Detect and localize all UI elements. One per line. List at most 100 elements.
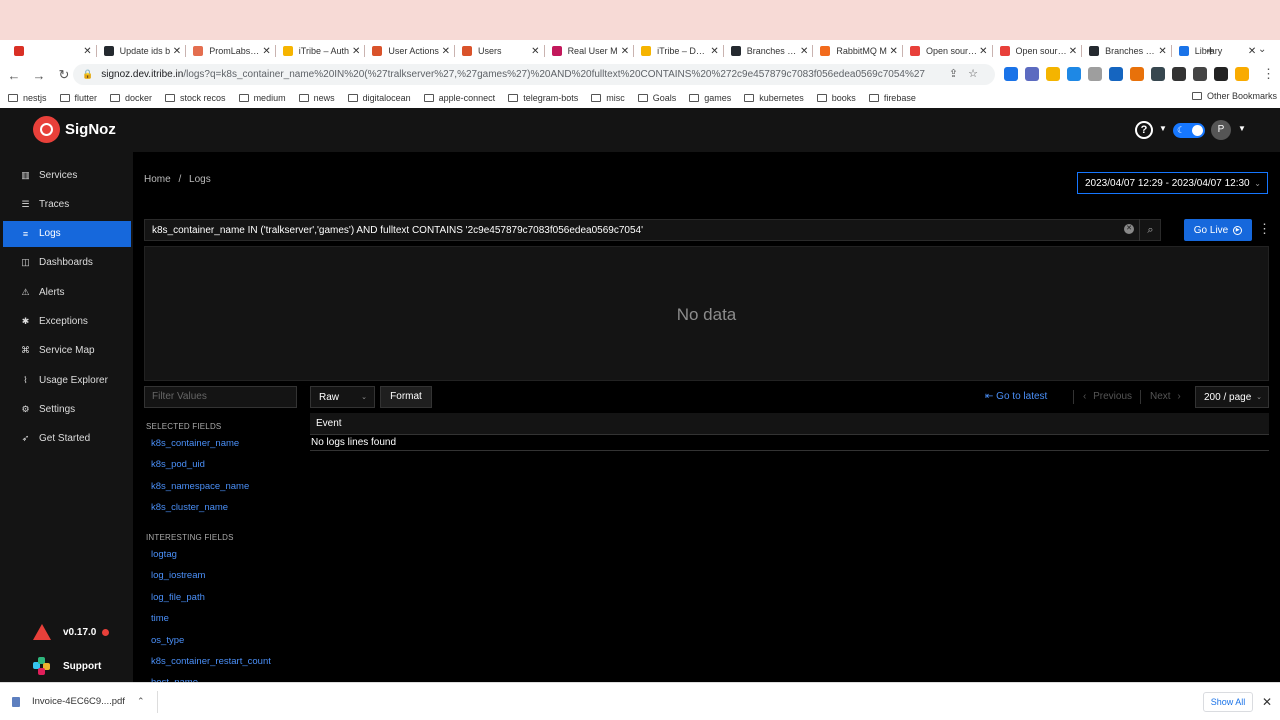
field-item[interactable]: time	[151, 613, 169, 624]
next-button[interactable]: Next ›	[1150, 391, 1181, 402]
page-size-select[interactable]: 200 / page ⌄	[1195, 386, 1269, 408]
close-tab-icon[interactable]: ✕	[1069, 46, 1077, 57]
field-item[interactable]: k8s_container_name	[151, 438, 239, 449]
bookmark-folder[interactable]: Goals	[637, 93, 676, 103]
field-item[interactable]: log_iostream	[151, 570, 205, 581]
sidebar-item-service-map[interactable]: ⌘ Service Map	[3, 338, 131, 364]
brand-name[interactable]: SigNoz	[65, 121, 116, 138]
bookmark-folder[interactable]: apple-connect	[423, 93, 495, 103]
reload-icon[interactable]: ↻	[53, 67, 75, 83]
bookmark-star-icon[interactable]: ⇪☆	[949, 67, 988, 80]
close-tab-icon[interactable]: ✕	[979, 46, 987, 57]
browser-tab[interactable]: Open source ✕	[991, 40, 1082, 62]
browser-tab[interactable]: Branches · m ✕	[722, 40, 813, 62]
close-tab-icon[interactable]: ✕	[262, 46, 270, 57]
field-item[interactable]: k8s_container_restart_count	[151, 656, 271, 667]
field-item[interactable]: k8s_cluster_name	[151, 502, 228, 513]
extension-icon[interactable]	[1235, 67, 1249, 81]
chevron-down-icon[interactable]: ▼	[1238, 124, 1246, 133]
browser-tab[interactable]: Branches · m ✕	[1081, 40, 1171, 62]
extension-icon[interactable]	[1172, 67, 1186, 81]
clear-icon[interactable]: ✕	[1124, 224, 1134, 234]
signoz-logo-icon[interactable]	[33, 116, 60, 143]
close-tab-icon[interactable]: ✕	[352, 46, 360, 57]
sidebar-item-get-started[interactable]: ➶ Get Started	[3, 426, 131, 452]
sidebar-item-services[interactable]: ▥ Services	[3, 162, 131, 188]
go-live-button[interactable]: Go Live ▶	[1184, 219, 1252, 241]
bookmark-folder[interactable]: stock recos	[165, 93, 226, 103]
bookmark-folder[interactable]: nestjs	[8, 93, 47, 103]
go-to-latest-button[interactable]: ⇤ Go to latest	[985, 391, 1047, 402]
extension-icon[interactable]	[1088, 67, 1102, 81]
sidebar-item-dashboards[interactable]: ◫ Dashboards	[3, 250, 131, 276]
field-item[interactable]: logtag	[151, 549, 177, 560]
browser-tab[interactable]: PromLabs | P ✕	[185, 40, 275, 62]
close-tab-icon[interactable]: ✕	[710, 46, 718, 57]
download-item[interactable]: Invoice-4EC6C9....pdf	[12, 696, 125, 707]
address-bar[interactable]: 🔒 signoz.dev.itribe.in/logs?q=k8s_contai…	[73, 64, 995, 85]
field-item[interactable]: os_type	[151, 635, 184, 646]
extension-icon[interactable]	[1046, 67, 1060, 81]
sidebar-item-traces[interactable]: ☰ Traces	[3, 191, 131, 217]
bookmark-folder[interactable]: news	[298, 93, 335, 103]
show-all-button[interactable]: Show All	[1203, 692, 1253, 712]
tab-search-chevron-icon[interactable]: ⌄	[1258, 44, 1266, 55]
browser-tab[interactable]: RabbitMQ M ✕	[812, 40, 902, 62]
browser-tab[interactable]: Users ✕	[453, 40, 544, 62]
close-tab-icon[interactable]: ✕	[173, 46, 181, 57]
close-tab-icon[interactable]: ✕	[1248, 46, 1256, 57]
close-tab-icon[interactable]: ✕	[1158, 46, 1166, 57]
extension-icon[interactable]	[1151, 67, 1165, 81]
extension-icon[interactable]	[1004, 67, 1018, 81]
previous-button[interactable]: ‹ Previous	[1083, 391, 1132, 402]
field-item[interactable]: k8s_namespace_name	[151, 481, 249, 492]
close-tab-icon[interactable]: ✕	[621, 46, 629, 57]
browser-tab[interactable]: Open source ✕	[901, 40, 992, 62]
bookmark-folder[interactable]: digitalocean	[347, 93, 411, 103]
forward-arrow-icon[interactable]: →	[28, 68, 50, 83]
close-tab-icon[interactable]: ✕	[890, 46, 898, 57]
browser-tab[interactable]: iTribe – Auth ✕	[274, 40, 365, 62]
more-options-icon[interactable]: ⋮	[1258, 221, 1271, 237]
field-item[interactable]: k8s_pod_uid	[151, 459, 205, 470]
bookmark-folder[interactable]: firebase	[868, 93, 916, 103]
extension-icon[interactable]	[1067, 67, 1081, 81]
extension-icon[interactable]	[1109, 67, 1123, 81]
field-item[interactable]: log_file_path	[151, 592, 205, 603]
close-tab-icon[interactable]: ✕	[83, 46, 91, 57]
browser-tab[interactable]: iTribe – Dash ✕	[633, 40, 723, 62]
browser-tab[interactable]: Real User M ✕	[543, 40, 634, 62]
close-tab-icon[interactable]: ✕	[531, 46, 539, 57]
sidebar-item-exceptions[interactable]: ✱ Exceptions	[3, 309, 131, 335]
chevron-up-icon[interactable]: ⌃	[137, 696, 145, 707]
browser-menu-icon[interactable]: ⋮	[1262, 66, 1275, 82]
browser-tab[interactable]: Library ✕	[1170, 40, 1261, 62]
filter-values-input[interactable]: Filter Values	[144, 386, 297, 408]
bookmark-folder[interactable]: games	[689, 93, 731, 103]
chevron-down-icon[interactable]: ▼	[1159, 124, 1167, 133]
extension-icon[interactable]	[1193, 67, 1207, 81]
close-tab-icon[interactable]: ✕	[800, 46, 808, 57]
browser-tab[interactable]: Update ids b ✕	[95, 40, 186, 62]
back-arrow-icon[interactable]: ←	[3, 68, 25, 83]
view-mode-select[interactable]: Raw ⌄	[310, 386, 375, 408]
new-tab-button[interactable]: +	[1206, 43, 1215, 60]
avatar[interactable]: P	[1211, 120, 1231, 140]
bookmark-folder[interactable]: books	[816, 93, 856, 103]
bookmark-folder[interactable]: medium	[238, 93, 286, 103]
search-query-input[interactable]: k8s_container_name IN ('tralkserver','ga…	[144, 219, 1161, 241]
sidebar-item-usage-explorer[interactable]: ⌇ Usage Explorer	[3, 367, 131, 393]
theme-toggle[interactable]: ☾	[1173, 123, 1205, 138]
sidebar-item-logs[interactable]: ≡ Logs	[3, 220, 131, 247]
browser-tab[interactable]: User Actions ✕	[364, 40, 454, 62]
bookmark-folder[interactable]: flutter	[59, 93, 97, 103]
close-icon[interactable]: ✕	[1262, 695, 1272, 709]
extension-icon[interactable]	[1025, 67, 1039, 81]
bookmark-folder[interactable]: docker	[110, 93, 152, 103]
bookmark-folder[interactable]: telegram-bots	[508, 93, 578, 103]
support-link[interactable]: Support	[33, 657, 101, 675]
version-indicator[interactable]: v0.17.0	[33, 624, 110, 640]
other-bookmarks[interactable]: Other Bookmarks	[1192, 91, 1277, 101]
bookmark-folder[interactable]: kubernetes	[744, 93, 804, 103]
search-icon[interactable]: ⌕	[1139, 219, 1161, 241]
